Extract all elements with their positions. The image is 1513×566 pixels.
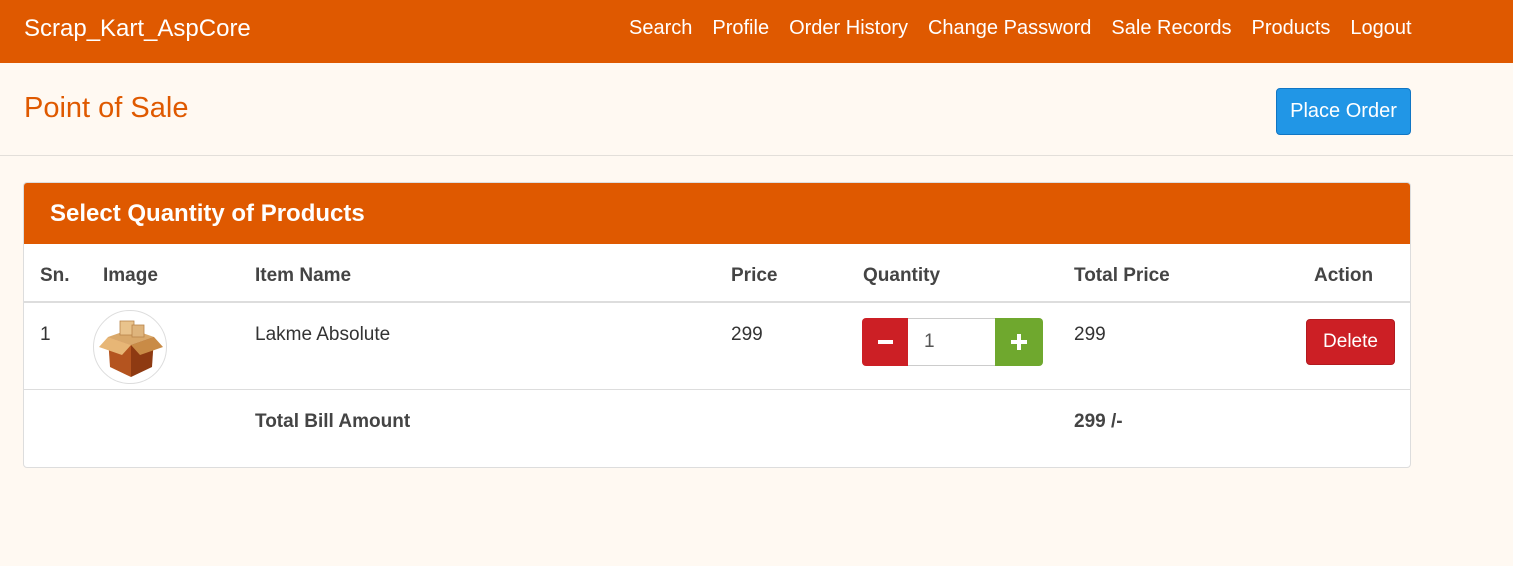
col-header-total-price: Total Price [1074, 265, 1170, 286]
header-rule [24, 301, 1410, 303]
nav-order-history[interactable]: Order History [789, 17, 908, 40]
total-bill-label: Total Bill Amount [255, 411, 411, 432]
col-header-price: Price [731, 265, 778, 286]
col-header-action: Action [1314, 265, 1374, 286]
nav-sale-records[interactable]: Sale Records [1111, 17, 1231, 40]
row-item-name: Lakme Absolute [255, 324, 391, 345]
row-sn: 1 [40, 324, 51, 345]
nav-links: Search Profile Order History Change Pass… [629, 17, 1432, 40]
col-header-image: Image [103, 265, 158, 286]
nav-change-password[interactable]: Change Password [928, 17, 1091, 40]
products-panel: Select Quantity of Products Sn. Image It… [23, 182, 1411, 468]
quantity-input[interactable] [908, 318, 995, 366]
plus-icon [1011, 334, 1027, 350]
nav-logout[interactable]: Logout [1350, 17, 1411, 40]
row-price: 299 [731, 324, 763, 345]
top-navbar: Scrap_Kart_AspCore Search Profile Order … [0, 0, 1513, 63]
panel-heading: Select Quantity of Products [24, 183, 1410, 244]
header-divider [0, 155, 1513, 156]
col-header-sn: Sn. [40, 265, 70, 286]
total-bill-amount: 299 /- [1074, 411, 1123, 432]
minus-icon [877, 340, 893, 344]
nav-search[interactable]: Search [629, 17, 692, 40]
delete-button[interactable]: Delete [1306, 319, 1395, 365]
cardboard-box-icon [99, 320, 163, 377]
nav-products[interactable]: Products [1251, 17, 1330, 40]
product-image [93, 310, 167, 384]
col-header-item-name: Item Name [255, 265, 352, 286]
increase-quantity-button[interactable] [995, 318, 1043, 366]
quantity-stepper [862, 318, 1043, 366]
row-rule [24, 389, 1410, 390]
place-order-button[interactable]: Place Order [1276, 88, 1411, 135]
col-header-quantity: Quantity [863, 265, 941, 286]
brand-link[interactable]: Scrap_Kart_AspCore [24, 15, 251, 43]
row-total-price: 299 [1074, 324, 1106, 345]
nav-profile[interactable]: Profile [712, 17, 769, 40]
decrease-quantity-button[interactable] [862, 318, 908, 366]
page-title: Point of Sale [24, 92, 189, 124]
